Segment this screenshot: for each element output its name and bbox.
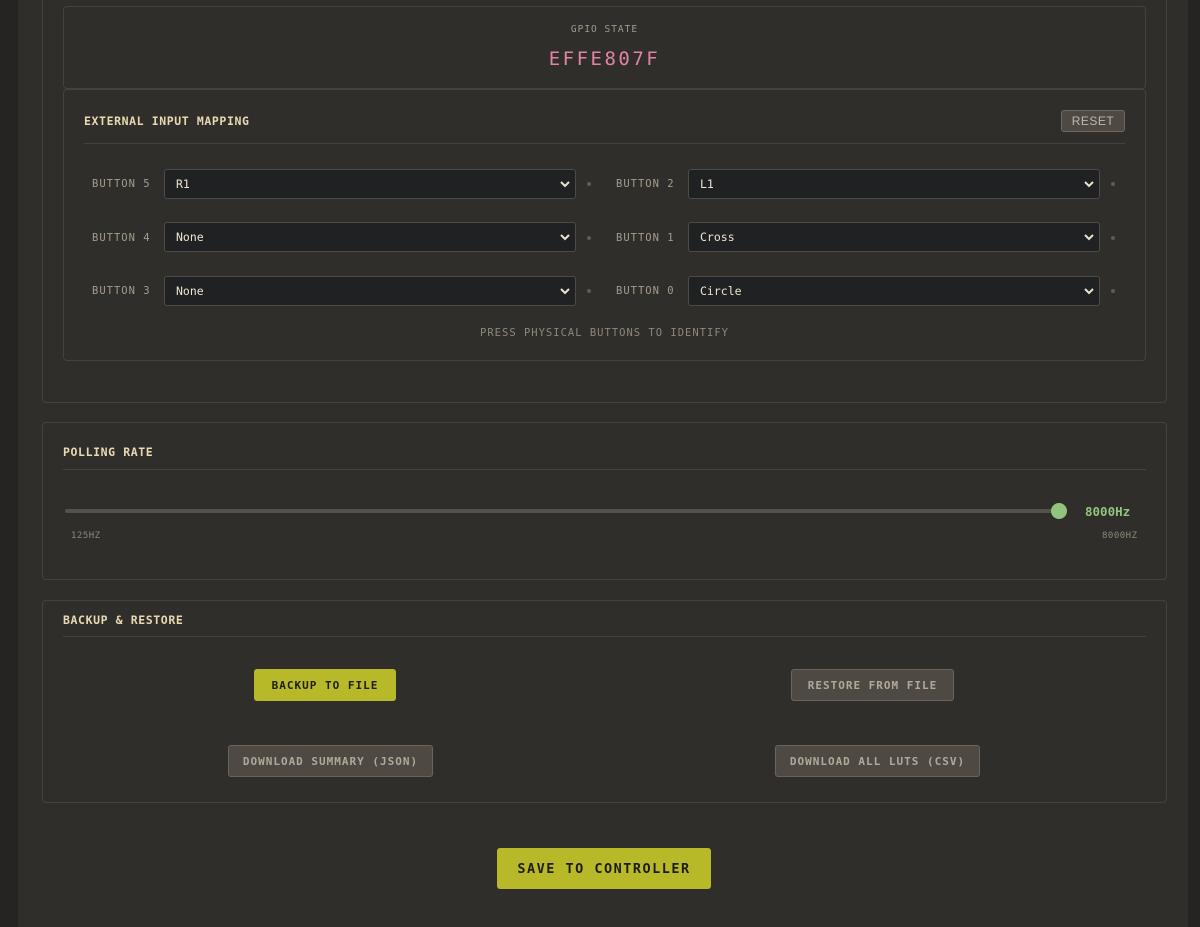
download-summary-button[interactable]: DOWNLOAD SUMMARY (JSON): [228, 745, 433, 777]
status-dot: [587, 236, 591, 240]
app-shell: GPIO STATE EFFE807F EXTERNAL INPUT MAPPI…: [18, 0, 1188, 927]
mapping-select-button-2[interactable]: L1: [688, 169, 1100, 199]
status-dot: [1111, 182, 1115, 186]
polling-rate-min-label: 125HZ: [71, 531, 101, 541]
select-value: R1: [176, 177, 190, 191]
chevron-down-icon: [560, 234, 570, 241]
divider: [63, 469, 1146, 470]
backup-restore-card: BACKUP & RESTORE BACKUP TO FILE RESTORE …: [42, 600, 1167, 803]
mapping-label-button-3: BUTTON 3: [92, 285, 151, 297]
chevron-down-icon: [1084, 234, 1094, 241]
mapping-label-button-4: BUTTON 4: [92, 232, 151, 244]
select-value: None: [176, 284, 204, 298]
mapping-label-button-5: BUTTON 5: [92, 178, 151, 190]
input-mapping-panel: EXTERNAL INPUT MAPPING RESET BUTTON 5 R1…: [63, 89, 1146, 361]
status-dot: [587, 182, 591, 186]
polling-rate-card: POLLING RATE 8000Hz 125HZ 8000HZ: [42, 422, 1167, 580]
polling-rate-max-label: 8000HZ: [1102, 531, 1138, 541]
backup-to-file-button[interactable]: BACKUP TO FILE: [254, 669, 396, 701]
status-dot: [1111, 236, 1115, 240]
chevron-down-icon: [1084, 181, 1094, 188]
chevron-down-icon: [560, 181, 570, 188]
chevron-down-icon: [1084, 288, 1094, 295]
mapping-select-button-3[interactable]: None: [164, 276, 576, 306]
restore-from-file-button[interactable]: RESTORE FROM FILE: [791, 669, 954, 701]
polling-rate-title: POLLING RATE: [63, 445, 154, 459]
select-value: Cross: [700, 230, 735, 244]
gpio-state-label: GPIO STATE: [570, 24, 639, 35]
mapping-label-button-0: BUTTON 0: [616, 285, 675, 297]
select-value: None: [176, 230, 204, 244]
gpio-state-panel: GPIO STATE EFFE807F: [63, 6, 1146, 89]
mapping-select-button-4[interactable]: None: [164, 222, 576, 252]
status-dot: [587, 289, 591, 293]
mapping-select-button-1[interactable]: Cross: [688, 222, 1100, 252]
polling-rate-slider-track[interactable]: [65, 509, 1059, 513]
select-value: L1: [700, 177, 714, 191]
mapping-label-button-2: BUTTON 2: [616, 178, 675, 190]
gpio-state-value: EFFE807F: [548, 48, 661, 70]
divider: [84, 143, 1125, 144]
input-mapping-title: EXTERNAL INPUT MAPPING: [84, 114, 250, 128]
mapping-label-button-1: BUTTON 1: [616, 232, 675, 244]
polling-rate-slider-thumb[interactable]: [1051, 503, 1067, 519]
reset-button[interactable]: RESET: [1061, 110, 1125, 132]
chevron-down-icon: [560, 288, 570, 295]
save-to-controller-button[interactable]: SAVE TO CONTROLLER: [497, 848, 711, 889]
divider: [63, 636, 1146, 637]
mapping-select-button-0[interactable]: Circle: [688, 276, 1100, 306]
download-luts-button[interactable]: DOWNLOAD ALL LUTS (CSV): [775, 745, 980, 777]
status-dot: [1111, 289, 1115, 293]
identify-hint: PRESS PHYSICAL BUTTONS TO IDENTIFY: [480, 327, 729, 339]
select-value: Circle: [700, 284, 742, 298]
backup-restore-title: BACKUP & RESTORE: [63, 613, 184, 627]
polling-rate-value: 8000Hz: [1085, 504, 1131, 519]
mapping-select-button-5[interactable]: R1: [164, 169, 576, 199]
